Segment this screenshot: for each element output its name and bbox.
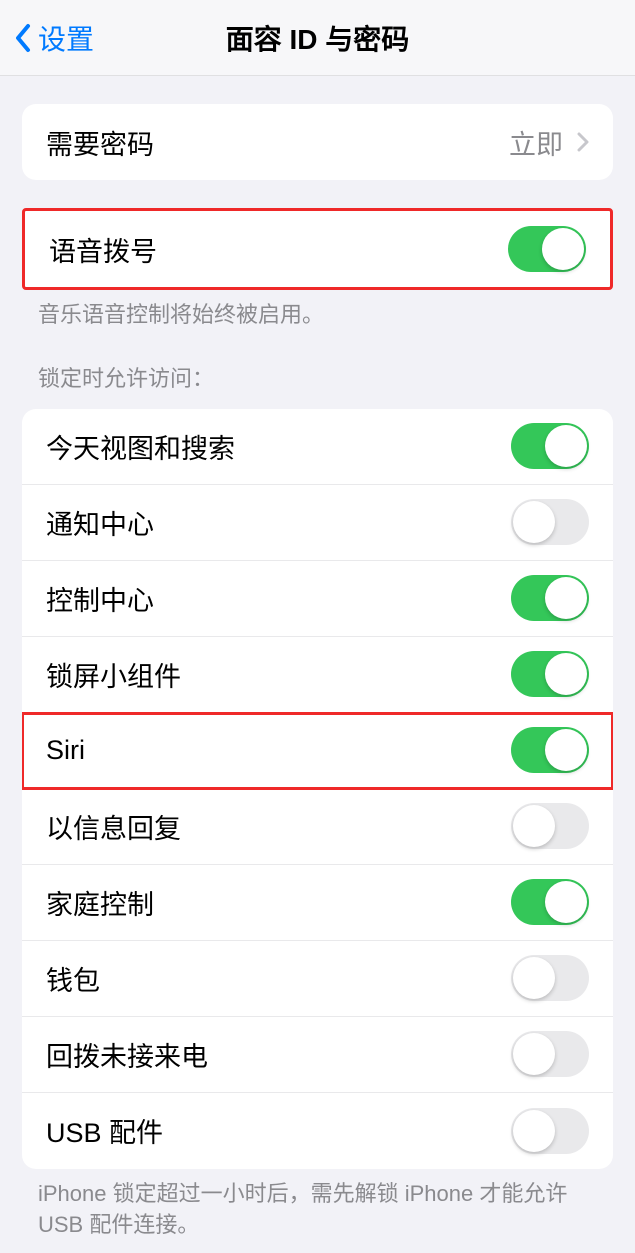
lock-access-row: 控制中心 <box>22 561 613 637</box>
lock-access-row: USB 配件 <box>22 1093 613 1169</box>
lock-access-row: 通知中心 <box>22 485 613 561</box>
voice-dial-toggle[interactable] <box>508 226 586 272</box>
toggle-knob <box>545 425 587 467</box>
lock-access-row: 以信息回复 <box>22 789 613 865</box>
lock-access-label: 钱包 <box>46 959 100 998</box>
lock-access-toggle[interactable] <box>511 423 589 469</box>
page-title: 面容 ID 与密码 <box>226 18 410 58</box>
lock-access-toggle[interactable] <box>511 499 589 545</box>
lock-access-toggle[interactable] <box>511 1108 589 1154</box>
lock-access-label: 今天视图和搜索 <box>46 427 235 466</box>
lock-access-header: 锁定时允许访问： <box>0 331 635 401</box>
back-button[interactable]: 设置 <box>0 18 94 58</box>
toggle-knob <box>513 805 555 847</box>
lock-access-toggle[interactable] <box>511 955 589 1001</box>
toggle-knob <box>513 501 555 543</box>
require-passcode-group: 需要密码 立即 <box>22 104 613 180</box>
toggle-knob <box>513 957 555 999</box>
lock-access-label: 以信息回复 <box>46 807 181 846</box>
header: 设置 面容 ID 与密码 <box>0 0 635 76</box>
lock-access-toggle[interactable] <box>511 575 589 621</box>
voice-dial-footer: 音乐语音控制将始终被启用。 <box>0 290 635 331</box>
lock-access-toggle[interactable] <box>511 1031 589 1077</box>
lock-access-row: 家庭控制 <box>22 865 613 941</box>
lock-access-label: 锁屏小组件 <box>46 655 181 694</box>
lock-access-row: 锁屏小组件 <box>22 637 613 713</box>
lock-access-group: 今天视图和搜索通知中心控制中心锁屏小组件 Siri 以信息回复家庭控制钱包回拨未接来… <box>22 409 613 1169</box>
lock-access-label: 控制中心 <box>46 579 154 618</box>
require-passcode-value-text: 立即 <box>509 123 563 162</box>
lock-access-row: Siri <box>22 713 613 789</box>
toggle-knob <box>542 228 584 270</box>
lock-access-label: USB 配件 <box>46 1111 163 1150</box>
lock-access-toggle[interactable] <box>511 651 589 697</box>
lock-access-row: 钱包 <box>22 941 613 1017</box>
toggle-knob <box>545 577 587 619</box>
toggle-knob <box>545 653 587 695</box>
voice-dial-row: 语音拨号 <box>25 211 610 287</box>
require-passcode-row[interactable]: 需要密码 立即 <box>22 104 613 180</box>
voice-dial-label: 语音拨号 <box>49 230 157 269</box>
voice-dial-group: 语音拨号 <box>22 208 613 290</box>
lock-access-row: 今天视图和搜索 <box>22 409 613 485</box>
lock-access-footer: iPhone 锁定超过一小时后，需先解锁 iPhone 才能允许 USB 配件连… <box>0 1169 635 1241</box>
lock-access-label: Siri <box>46 735 85 766</box>
lock-access-row: 回拨未接来电 <box>22 1017 613 1093</box>
chevron-left-icon <box>14 23 32 53</box>
lock-access-toggle[interactable] <box>511 727 589 773</box>
lock-access-toggle[interactable] <box>511 879 589 925</box>
lock-access-toggle[interactable] <box>511 803 589 849</box>
chevron-right-icon <box>577 132 589 152</box>
toggle-knob <box>545 729 587 771</box>
lock-access-label: 通知中心 <box>46 503 154 542</box>
toggle-knob <box>545 881 587 923</box>
back-label: 设置 <box>38 18 94 58</box>
require-passcode-value: 立即 <box>509 123 589 162</box>
toggle-knob <box>513 1033 555 1075</box>
lock-access-label: 回拨未接来电 <box>46 1035 208 1074</box>
require-passcode-label: 需要密码 <box>46 123 154 162</box>
toggle-knob <box>513 1110 555 1152</box>
lock-access-label: 家庭控制 <box>46 883 154 922</box>
